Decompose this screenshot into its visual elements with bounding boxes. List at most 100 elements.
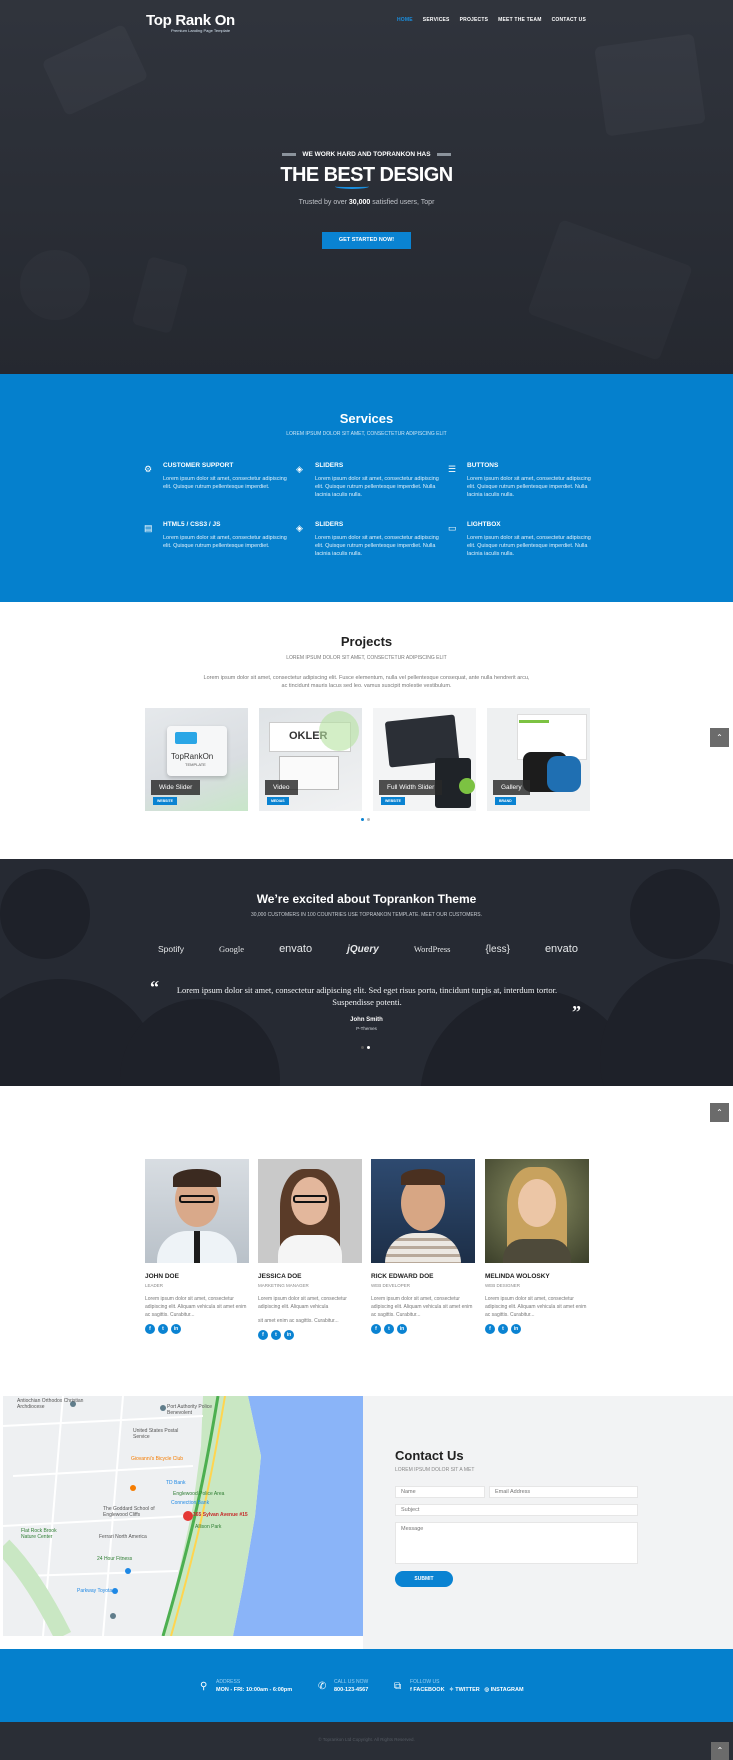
map-label: Flat Rock Brook Nature Center [21,1528,57,1540]
spotify-logo[interactable]: Spotify [158,944,184,954]
member-social: f t in [258,1330,362,1340]
team-member: JESSICA DOE MARKETING MANAGER Lorem ipsu… [258,1159,362,1340]
wordpress-logo[interactable]: WordPress [414,944,451,954]
services-title: Services [339,411,394,426]
member-social: f t in [371,1324,475,1334]
scroll-top-button[interactable]: ⌃ [710,728,729,747]
member-role: WEB DESIGNER [485,1283,521,1288]
testimonial-subtitle: 30,000 CUSTOMERS IN 100 COUNTRIES USE TO… [250,912,483,918]
envato-logo[interactable]: envato [279,943,312,955]
nav-contact[interactable]: CONTACT US [552,17,586,23]
nav-home[interactable]: HOME [397,17,413,23]
member-name: MELINDA WOLOSKY [485,1273,550,1280]
project-title: Gallery [493,780,530,795]
project-card[interactable]: TopRankOn TEMPLATE Wide Slider WEBSITE [145,708,248,811]
twitter-icon[interactable]: t [158,1324,168,1334]
twitter-icon[interactable]: t [498,1324,508,1334]
main-nav: HOME SERVICES PROJECTS MEET THE TEAM CON… [397,17,586,23]
project-badge[interactable]: WEBSITE [153,797,177,805]
client-logos: Spotify Google envato jQuery WordPress {… [158,943,578,955]
nav-team[interactable]: MEET THE TEAM [498,17,541,23]
member-bio: Lorem ipsum dolor sit amet, consectetur … [485,1296,587,1318]
project-badge[interactable]: BRAND [495,797,516,805]
facebook-icon[interactable]: f [258,1330,268,1340]
hero-section: Top Rank On Premium Landing Page Templat… [0,0,733,374]
copyright-text: © Toprankon Ltd Copyright. All Rights Re… [318,1737,415,1742]
facebook-icon[interactable]: f [145,1324,155,1334]
copyright-bar: © Toprankon Ltd Copyright. All Rights Re… [0,1722,733,1760]
team-member: MELINDA WOLOSKY WEB DESIGNER Lorem ipsum… [485,1159,589,1334]
map-label: TD Bank [166,1480,186,1486]
google-logo[interactable]: Google [219,944,244,954]
linkedin-icon[interactable]: in [511,1324,521,1334]
twitter-icon[interactable]: t [271,1330,281,1340]
map-label: Allison Park [195,1524,222,1530]
envato-logo[interactable]: envato [545,943,578,955]
get-started-button[interactable]: GET STARTED NOW! [322,232,411,249]
avatar [258,1159,362,1263]
scroll-top-button[interactable]: ⌃ [710,1103,729,1122]
projects-intro: Lorem ipsum dolor sit amet, consectetur … [203,675,530,689]
testimonial-author-role: P-Themes [356,1026,377,1031]
map-label: The Goddard School of Englewood Cliffs [103,1506,155,1518]
testimonial-author: John Smith [350,1017,383,1023]
file-icon: ▤ [144,523,153,533]
footer: ⚲ ADDRESS MON - FRI: 10:00am - 6:00pm ✆ … [0,1649,733,1722]
share-icon: ⧉ [394,1681,402,1692]
facebook-icon[interactable]: f [371,1324,381,1334]
team-member: RICK EDWARD DOE WEB DEVELOPER Lorem ipsu… [371,1159,475,1334]
team-member: JOHN DOE LEADER Lorem ipsum dolor sit am… [145,1159,249,1334]
contact-title: Contact Us [395,1448,464,1463]
message-textarea[interactable] [395,1522,638,1564]
projects-carousel-dots[interactable] [361,818,370,821]
services-section: Services LOREM IPSUM DOLOR SIT AMET, CON… [0,374,733,602]
contact-subtitle: LOREM IPSUM DOLOR SIT A MET [395,1467,475,1473]
linkedin-icon[interactable]: in [284,1330,294,1340]
linkedin-icon[interactable]: in [171,1324,181,1334]
instagram-link[interactable]: ◎ INSTAGRAM [484,1687,523,1693]
map-label: Connection Bank [171,1500,210,1506]
subject-input[interactable] [395,1504,638,1516]
project-art-sub: TEMPLATE [185,762,206,767]
logo[interactable]: Top Rank On Premium Landing Page Templat… [146,12,235,33]
nav-projects[interactable]: PROJECTS [460,17,489,23]
testimonial-section: We’re excited about Toprankon Theme 30,0… [0,859,733,1086]
hero-underline [335,184,369,189]
project-card[interactable]: Gallery BRAND [487,708,590,811]
scroll-top-button[interactable]: ⌃ [711,1742,729,1760]
testimonial-quote: Lorem ipsum dolor sit amet, consectetur … [176,985,558,1007]
testimonial-title: We’re excited about Toprankon Theme [256,892,477,906]
facebook-icon[interactable]: f [485,1324,495,1334]
twitter-link[interactable]: ✧ TWITTER [449,1687,480,1693]
nav-services[interactable]: SERVICES [423,17,450,23]
submit-button[interactable]: SUBMIT [395,1571,453,1587]
menu-icon: ☰ [448,464,457,474]
projects-title: Projects [340,634,393,649]
logo-tagline: Premium Landing Page Template [171,28,231,33]
location-map[interactable]: Antiochian Orthodox Christian Archdioces… [3,1396,363,1636]
member-role: WEB DEVELOPER [371,1283,411,1288]
name-input[interactable] [395,1486,485,1498]
member-bio: Lorem ipsum dolor sit amet, consectetur … [371,1296,473,1318]
project-title: Video [265,780,298,795]
contact-section: Contact Us LOREM IPSUM DOLOR SIT A MET S… [363,1396,733,1649]
phone-icon: ✆ [318,1681,327,1692]
project-card[interactable]: Full Width Slider WEBSITE [373,708,476,811]
map-pin-icon[interactable]: ● [183,1508,190,1522]
map-label: Ferrari North America [99,1534,147,1540]
less-logo[interactable]: {less} [485,944,509,955]
project-badge[interactable]: WEBSITE [381,797,405,805]
linkedin-icon[interactable]: in [397,1324,407,1334]
team-section: ⌃ JOHN DOE LEADER Lorem ipsum dolor sit … [0,1086,733,1396]
project-badge[interactable]: MEDIAS [267,797,289,805]
jquery-logo[interactable]: jQuery [347,944,379,955]
twitter-icon[interactable]: t [384,1324,394,1334]
quote-open-icon: “ [150,977,159,997]
services-subtitle: LOREM IPSUM DOLOR SIT AMET, CONSECTETUR … [286,431,447,437]
email-input[interactable] [489,1486,638,1498]
facebook-link[interactable]: f FACEBOOK [410,1687,445,1693]
member-role: LEADER [145,1283,164,1288]
project-card[interactable]: OKLER Video MEDIAS [259,708,362,811]
project-title: Wide Slider [151,780,201,795]
testimonial-carousel-dots[interactable] [361,1046,370,1049]
